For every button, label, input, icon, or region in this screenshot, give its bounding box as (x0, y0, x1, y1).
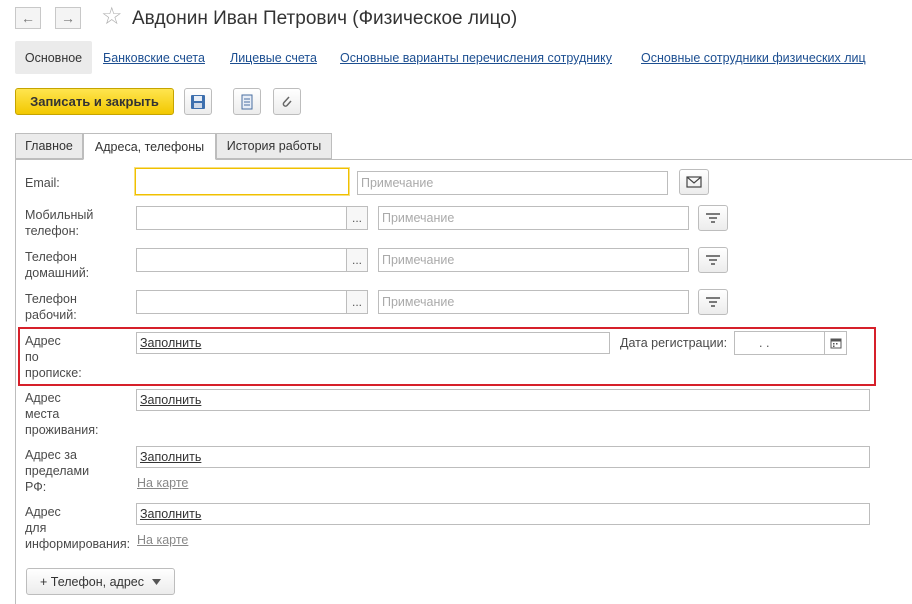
page-title: Авдонин Иван Петрович (Физическое лицо) (132, 8, 518, 29)
link-main[interactable]: Основное (15, 41, 92, 74)
document-list-icon (241, 94, 253, 109)
favorite-star-icon[interactable]: ☆ (101, 5, 123, 29)
calendar-icon (830, 338, 842, 349)
save-button[interactable] (184, 88, 212, 115)
registration-address-label: Адрес по прописке: (25, 333, 82, 381)
registration-address-field[interactable]: Заполнить (136, 332, 610, 354)
residence-address-label-line3: проживания: (25, 423, 99, 437)
home-phone-label-line1: Телефон (25, 250, 77, 264)
abroad-address-map-link[interactable]: На карте (137, 476, 188, 490)
mobile-phone-field[interactable] (136, 206, 347, 230)
menu-lines-icon (706, 255, 720, 265)
paperclip-icon (282, 95, 292, 107)
email-note-field[interactable]: Примечание (357, 171, 668, 195)
link-main-employees[interactable]: Основные сотрудники физических лиц (641, 51, 866, 65)
dropdown-arrow-icon (151, 578, 161, 585)
residence-address-label-line2: места (25, 407, 60, 421)
email-field[interactable] (135, 168, 349, 195)
abroad-address-field[interactable]: Заполнить (136, 446, 870, 468)
tab-work-history[interactable]: История работы (216, 133, 332, 159)
residence-address-fill-link[interactable]: Заполнить (140, 393, 201, 407)
work-phone-note-field[interactable]: Примечание (378, 290, 689, 314)
registration-address-label-line1: Адрес (25, 334, 61, 348)
home-phone-menu-button[interactable] (698, 247, 728, 273)
work-phone-select-button[interactable]: ... (346, 290, 368, 314)
mobile-phone-label: Мобильный телефон: (25, 207, 93, 239)
work-phone-field[interactable] (136, 290, 347, 314)
mobile-phone-select-button[interactable]: ... (346, 206, 368, 230)
residence-address-field[interactable]: Заполнить (136, 389, 870, 411)
send-email-button[interactable] (679, 169, 709, 195)
info-address-label-line1: Адрес (25, 505, 61, 519)
work-phone-label-line1: Телефон (25, 292, 77, 306)
menu-lines-icon (706, 213, 720, 223)
abroad-address-label-line3: РФ: (25, 480, 47, 494)
mobile-phone-menu-button[interactable] (698, 205, 728, 231)
report-button[interactable] (233, 88, 261, 115)
registration-address-label-line2: по (25, 350, 39, 364)
envelope-icon (686, 176, 702, 188)
info-address-label: Адрес для информирования: (25, 504, 130, 552)
work-phone-label: Телефон рабочий: (25, 291, 77, 323)
abroad-address-label: Адрес за пределами РФ: (25, 447, 89, 495)
mobile-phone-label-line1: Мобильный (25, 208, 94, 222)
attach-files-button[interactable] (273, 88, 301, 115)
registration-address-fill-link[interactable]: Заполнить (140, 336, 201, 350)
link-bank-accounts[interactable]: Банковские счета (103, 51, 205, 65)
home-phone-label: Телефон домашний: (25, 249, 89, 281)
back-button[interactable]: ← (15, 7, 41, 29)
residence-address-label-line1: Адрес (25, 391, 61, 405)
home-phone-field[interactable] (136, 248, 347, 272)
home-phone-label-line2: домашний: (25, 266, 90, 280)
mobile-phone-note-field[interactable]: Примечание (378, 206, 689, 230)
arrow-left-icon: ← (21, 10, 35, 26)
tab-main[interactable]: Главное (15, 133, 83, 159)
add-phone-address-label: + Телефон, адрес (40, 574, 144, 589)
menu-lines-icon (706, 297, 720, 307)
info-address-fill-link[interactable]: Заполнить (140, 507, 201, 521)
link-personal-accounts[interactable]: Лицевые счета (230, 51, 317, 65)
work-phone-label-line2: рабочий: (25, 308, 77, 322)
mobile-phone-label-line2: телефон: (25, 224, 79, 238)
abroad-address-label-line2: пределами (25, 464, 90, 478)
floppy-disk-icon (191, 94, 205, 109)
abroad-address-fill-link[interactable]: Заполнить (140, 450, 201, 464)
info-address-label-line2: для (25, 521, 47, 535)
calendar-button[interactable] (824, 331, 847, 355)
email-label: Email: (25, 176, 60, 190)
info-address-field[interactable]: Заполнить (136, 503, 870, 525)
arrow-right-icon: → (61, 10, 75, 26)
info-address-label-line3: информирования: (25, 537, 131, 551)
registration-date-label: Дата регистрации: (620, 336, 728, 350)
info-address-map-link[interactable]: На карте (137, 533, 188, 547)
forward-button[interactable]: → (55, 7, 81, 29)
registration-address-label-line3: прописке: (25, 366, 82, 380)
tab-addresses-phones[interactable]: Адреса, телефоны (83, 133, 216, 160)
home-phone-select-button[interactable]: ... (346, 248, 368, 272)
residence-address-label: Адрес места проживания: (25, 390, 98, 438)
home-phone-note-field[interactable]: Примечание (378, 248, 689, 272)
abroad-address-label-line1: Адрес за (25, 448, 77, 462)
add-phone-address-button[interactable]: + Телефон, адрес (26, 568, 175, 595)
save-and-close-button[interactable]: Записать и закрыть (15, 88, 174, 115)
work-phone-menu-button[interactable] (698, 289, 728, 315)
panel-border (15, 159, 16, 604)
link-payment-options[interactable]: Основные варианты перечисления сотрудник… (340, 51, 612, 65)
